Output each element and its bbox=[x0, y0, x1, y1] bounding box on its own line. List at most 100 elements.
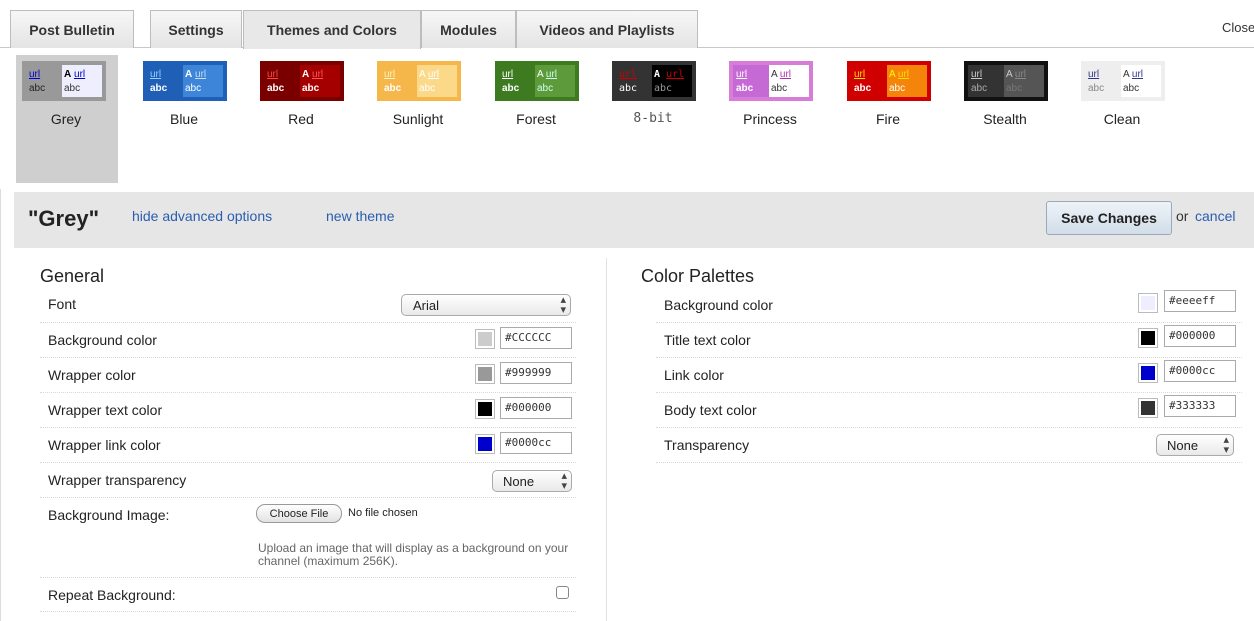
swatch-title: A bbox=[771, 69, 778, 80]
swatch-wrapper: url abc bbox=[733, 65, 769, 97]
theme-name: Red bbox=[288, 111, 314, 127]
font-row: Font Arial ▴ ▾ bbox=[40, 288, 576, 323]
font-label: Font bbox=[48, 296, 77, 312]
link-color-label: Link color bbox=[664, 367, 724, 383]
swatch-wrapper: url abc bbox=[264, 65, 300, 97]
theme-swatch: url abc A url abc bbox=[377, 61, 461, 101]
theme-swatch: url abc A url abc bbox=[260, 61, 344, 101]
swatch-text: abc bbox=[64, 83, 81, 94]
swatch-body: A url abc bbox=[62, 65, 102, 97]
swatch-link: url bbox=[619, 69, 638, 80]
select-arrows-icon: ▴ ▾ bbox=[560, 294, 566, 316]
wrapper-link-color-input[interactable]: #0000cc bbox=[500, 432, 572, 454]
repeat-background-checkbox[interactable] bbox=[556, 586, 569, 599]
wrapper-text-color-swatch[interactable] bbox=[475, 399, 495, 419]
title-text-color-label: Title text color bbox=[664, 332, 751, 348]
swatch-body: A url abc bbox=[535, 65, 575, 97]
cancel-link[interactable]: cancel bbox=[1195, 208, 1235, 224]
tab-modules[interactable]: Modules bbox=[421, 10, 516, 48]
swatch-wrapper: url abc bbox=[499, 65, 535, 97]
font-select[interactable]: Arial ▴ ▾ bbox=[401, 294, 571, 316]
swatch-text: abc bbox=[1006, 83, 1023, 94]
tab-post-bulletin[interactable]: Post Bulletin bbox=[10, 10, 134, 48]
column-divider bbox=[606, 258, 607, 621]
wrapper-color-row: Wrapper color #999999 bbox=[40, 358, 576, 393]
theme-name: 8-bit bbox=[633, 111, 673, 126]
theme-swatch: url abc A url abc bbox=[22, 61, 106, 101]
wrapper-transparency-value: None bbox=[503, 474, 535, 489]
swatch-text: abc bbox=[854, 83, 872, 94]
swatch-link: url bbox=[312, 69, 324, 80]
theme-name: Clean bbox=[1103, 111, 1141, 127]
theme-forest[interactable]: url abc A url abc Forest bbox=[486, 55, 586, 175]
wrapper-color-swatch[interactable] bbox=[475, 364, 495, 384]
swatch-link: url bbox=[1131, 69, 1144, 80]
palette-background-color-input[interactable]: #eeeeff bbox=[1164, 290, 1236, 312]
link-color-row: Link color #0000cc bbox=[656, 358, 1242, 393]
new-theme-link[interactable]: new theme bbox=[326, 208, 394, 224]
background-image-label: Background Image: bbox=[48, 507, 170, 523]
theme-name: Sunlight bbox=[392, 111, 444, 127]
tab-settings[interactable]: Settings bbox=[150, 10, 242, 48]
swatch-link: url bbox=[74, 69, 86, 80]
palette-background-color-swatch[interactable] bbox=[1138, 293, 1158, 313]
save-changes-button[interactable]: Save Changes bbox=[1046, 201, 1172, 235]
swatch-title: A bbox=[64, 69, 72, 80]
swatch-text: abc bbox=[185, 83, 202, 94]
theme-fire[interactable]: url abc A url abc Fire bbox=[838, 55, 938, 175]
swatch-link: url bbox=[971, 69, 983, 80]
theme-princess[interactable]: url abc A url abc Princess bbox=[720, 55, 820, 175]
theme-swatch: url abc A url abc bbox=[143, 61, 227, 101]
background-color-row: Background color #CCCCCC bbox=[40, 323, 576, 358]
font-select-value: Arial bbox=[413, 298, 440, 313]
body-text-color-swatch[interactable] bbox=[1138, 398, 1158, 418]
body-text-color-row: Body text color #333333 bbox=[656, 393, 1242, 428]
swatch-link: url bbox=[195, 69, 207, 80]
title-text-color-input[interactable]: #000000 bbox=[1164, 325, 1236, 347]
swatch-title: A bbox=[1006, 69, 1013, 80]
theme-red[interactable]: url abc A url abc Red bbox=[251, 55, 351, 175]
swatch-text: abc bbox=[384, 83, 402, 94]
swatch-text: abc bbox=[419, 83, 436, 94]
hide-advanced-options-link[interactable]: hide advanced options bbox=[132, 208, 272, 224]
title-text-color-swatch[interactable] bbox=[1138, 328, 1158, 348]
close-link[interactable]: Close bbox=[1222, 20, 1254, 35]
link-color-input[interactable]: #0000cc bbox=[1164, 360, 1236, 382]
swatch-body: A url abc bbox=[887, 65, 927, 97]
or-text: or bbox=[1176, 208, 1189, 224]
background-color-input[interactable]: #CCCCCC bbox=[500, 327, 572, 349]
swatch-wrapper: url abc bbox=[616, 65, 652, 97]
theme-grey[interactable]: url abc A url abc Grey bbox=[16, 55, 118, 183]
body-text-color-input[interactable]: #333333 bbox=[1164, 395, 1236, 417]
theme-sunlight[interactable]: url abc A url abc Sunlight bbox=[368, 55, 468, 175]
swatch-wrapper: url abc bbox=[381, 65, 417, 97]
swatch-wrapper: url abc bbox=[1085, 65, 1121, 97]
link-color-swatch[interactable] bbox=[1138, 363, 1158, 383]
wrapper-color-input[interactable]: #999999 bbox=[500, 362, 572, 384]
tab-bar: Post Bulletin Settings Themes and Colors… bbox=[0, 0, 1254, 49]
swatch-body: A url abc bbox=[300, 65, 340, 97]
theme-blue[interactable]: url abc A url abc Blue bbox=[134, 55, 234, 175]
background-color-label: Background color bbox=[48, 332, 157, 348]
wrapper-link-color-swatch[interactable] bbox=[475, 434, 495, 454]
swatch-wrapper: url abc bbox=[968, 65, 1004, 97]
wrapper-transparency-select[interactable]: None ▴ ▾ bbox=[492, 470, 572, 492]
wrapper-text-color-input[interactable]: #000000 bbox=[500, 397, 572, 419]
tab-themes-and-colors[interactable]: Themes and Colors bbox=[243, 10, 421, 49]
swatch-link: url bbox=[1014, 69, 1027, 80]
wrapper-transparency-label: Wrapper transparency bbox=[48, 472, 187, 488]
theme-stealth[interactable]: url abc A url abc Stealth bbox=[955, 55, 1055, 175]
transparency-select[interactable]: None ▴ ▾ bbox=[1156, 434, 1234, 456]
theme-8-bit[interactable]: url abc A url abc 8-bit bbox=[603, 55, 703, 175]
transparency-value: None bbox=[1167, 438, 1199, 453]
theme-clean[interactable]: url abc A url abc Clean bbox=[1072, 55, 1172, 175]
swatch-wrapper: url abc bbox=[851, 65, 887, 97]
swatch-text: abc bbox=[267, 83, 285, 94]
background-color-swatch[interactable] bbox=[475, 329, 495, 349]
tab-videos-and-playlists[interactable]: Videos and Playlists bbox=[516, 10, 698, 48]
choose-file-button[interactable]: Choose File bbox=[256, 504, 342, 523]
theme-title: "Grey" bbox=[28, 206, 100, 231]
theme-swatch: url abc A url abc bbox=[495, 61, 579, 101]
swatch-text: abc bbox=[29, 83, 46, 94]
swatch-link: url bbox=[384, 69, 396, 80]
